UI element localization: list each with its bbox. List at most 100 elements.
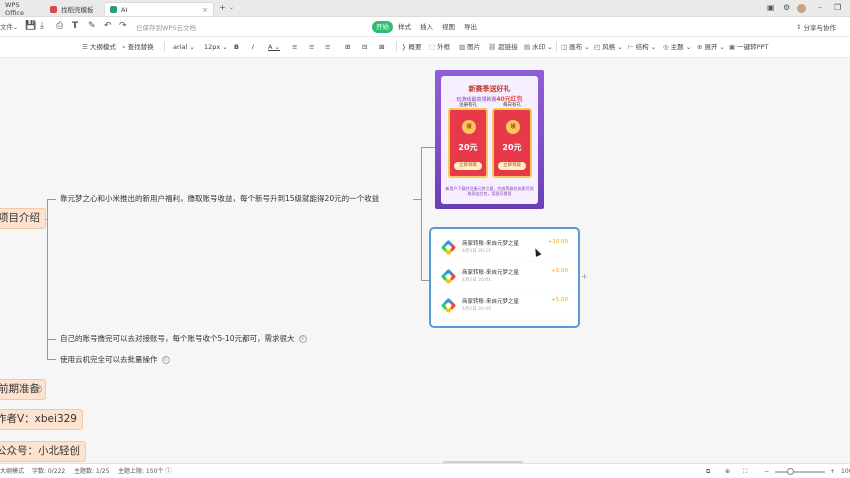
theme-icon: ◎ [663, 43, 669, 51]
tab-templates[interactable]: 找稻壳模板 [45, 2, 101, 16]
fit-screen-icon[interactable]: ⊕ [725, 467, 730, 476]
menu-view[interactable]: 视图 [438, 21, 459, 33]
connector [47, 199, 56, 200]
find-replace-button[interactable]: ⌕ 查找替换 [122, 42, 154, 53]
leaf-new-user-benefit[interactable]: 靠元梦之心和小米推出的新用户福利，撸取账号收益，每个新号升到15级就能得20元的… [60, 194, 379, 204]
list-item: 商家转账-来自元梦之星 4月3日 20:11 +10.00 [437, 233, 574, 261]
expand-icon: ⊕ [697, 43, 703, 51]
transfer-list-image[interactable]: 商家转账-来自元梦之星 4月3日 20:11 +10.00 商家转账-来自元梦之… [429, 227, 580, 328]
save-status: 已保存到WPS云文档 [136, 24, 196, 32]
fullscreen-icon[interactable]: ⛶ [743, 467, 747, 476]
insert-parent-icon[interactable]: ⊠ [379, 42, 384, 53]
style-button[interactable]: ◰ 风格 ⌄ [594, 42, 623, 53]
structure-button[interactable]: ⊢ 结构 ⌄ [628, 42, 656, 53]
minimize-icon[interactable]: – [818, 3, 822, 13]
leaf-account-trade[interactable]: 自己的账号撸完可以去对接账号，每个账号收个5-10元都可，需求很大 ② [60, 334, 307, 344]
outline-mode-toggle[interactable]: 大纲模式 [0, 467, 24, 476]
save-icon[interactable]: 💾 [25, 21, 36, 32]
child-count-badge[interactable]: ② [298, 335, 307, 343]
collapse-count-badge[interactable]: ① [34, 385, 42, 393]
format-painter-icon[interactable]: T [72, 21, 78, 32]
download-icon[interactable]: ⤓ [40, 21, 44, 32]
align-center-icon[interactable]: ≡ [309, 42, 314, 53]
font-color-label: A [268, 43, 273, 51]
zoom-slider[interactable] [775, 471, 825, 473]
border-label: 外框 [437, 43, 451, 51]
bold-button[interactable]: B [234, 42, 239, 53]
template-icon [50, 5, 57, 13]
eraser-icon[interactable]: ✎ [88, 21, 96, 32]
theme-label: 主题 [670, 43, 684, 51]
chevron-down-icon[interactable]: ⌄ [229, 3, 234, 13]
menu-start[interactable]: 开始 [372, 21, 393, 33]
close-icon[interactable]: × [202, 6, 208, 14]
topic-official-account[interactable]: 公众号：小北轻创 [0, 441, 86, 462]
redo-icon[interactable]: ↷ [119, 21, 127, 32]
italic-button[interactable]: I [252, 42, 254, 53]
hyperlink-button[interactable]: ⛓ 超链接 [488, 42, 518, 53]
outline-mode-button[interactable]: ☰ 大纲模式 [82, 42, 116, 53]
add-child-icon[interactable]: + [581, 272, 588, 281]
menu-style[interactable]: 样式 [394, 21, 415, 33]
share-button[interactable]: ⇪ 分享与协作 [796, 22, 836, 32]
child-count-badge[interactable]: ① [161, 356, 170, 364]
connector [421, 280, 429, 281]
align-left-icon[interactable]: ≡ [292, 42, 297, 53]
print-icon[interactable]: ⎙ [56, 21, 63, 32]
file-menu[interactable]: 文件 [0, 22, 13, 33]
connector [47, 339, 56, 340]
zoom-out-icon[interactable]: − [764, 467, 769, 476]
tab-ai-mindmap[interactable]: AI × [104, 2, 214, 16]
info-icon[interactable]: ⓘ [165, 468, 171, 475]
transfer-name: 商家转账-来自元梦之星 [462, 270, 519, 276]
promo-image[interactable]: 新赛季送好礼 玩游戏最高领新赛40元红包 注册有礼 领 20元 立即领取 每日有… [435, 70, 544, 209]
font-size-select[interactable]: 12px ⌄ [204, 42, 228, 53]
new-tab-icon[interactable]: + [219, 3, 226, 13]
format-toolbar: ☰ 大纲模式 ⌕ 查找替换 arial ⌄ 12px ⌄ B I A ⌄ ≡ ≡ ≡… [0, 37, 850, 58]
coupon-medal: 领 [462, 120, 476, 134]
mindmap-canvas[interactable]: 项目介绍 前期准备 ① 作者V：xbei329 公众号：小北轻创 靠元梦之心和小… [0, 58, 850, 463]
canvas-button[interactable]: ◫ 画布 ⌄ [561, 42, 590, 53]
coupon-card: 每日有礼 领 20元 立即领取 [492, 103, 532, 178]
leaf-cloud-batch[interactable]: 使用云机完全可以去批量操作 ① [60, 355, 170, 365]
theme-button[interactable]: ◎ 主题 ⌄ [663, 42, 691, 53]
menu-export[interactable]: 导出 [460, 21, 481, 33]
game-logo-icon [440, 239, 457, 256]
promo-footer: 新用户下载并注册元梦之星，完成等级任务即可领取现金红包，奖励可提现 [445, 186, 534, 196]
avatar[interactable] [797, 4, 806, 13]
topic-author-wechat[interactable]: 作者V：xbei329 [0, 409, 83, 430]
font-color-button[interactable]: A ⌄ [268, 42, 280, 53]
search-icon: ⌕ [122, 43, 126, 51]
watermark-button[interactable]: ▤ 水印 ⌄ [524, 42, 553, 53]
connector [421, 147, 435, 148]
coupon-claim-button: 立即领取 [454, 162, 482, 170]
zoom-in-icon[interactable]: + [830, 467, 835, 476]
undo-icon[interactable]: ↶ [104, 21, 112, 32]
settings-icon[interactable]: ⚙ [783, 3, 790, 13]
summary-button[interactable]: ❭ 概要 [401, 42, 421, 53]
expand-button[interactable]: ⊕ 展开 ⌄ [697, 42, 725, 53]
zoom-slider-handle[interactable] [787, 468, 794, 475]
connector [413, 199, 421, 200]
structure-icon: ⊢ [628, 43, 634, 51]
chevron-down-icon[interactable]: ⌄ [13, 22, 18, 33]
oneclick-ppt-button[interactable]: ▣ 一键转PPT [729, 42, 768, 53]
transfer-date: 4月3日 20:11 [462, 249, 492, 254]
restore-icon[interactable]: ❐ [834, 3, 841, 13]
layout-icon[interactable]: ▣ [767, 3, 775, 13]
menu-insert[interactable]: 插入 [416, 21, 437, 33]
watermark-label: 水印 [532, 43, 546, 51]
oneclick-ppt-label: 一键转PPT [737, 43, 769, 51]
font-family-select[interactable]: arial ⌄ [173, 42, 195, 53]
ai-tab-label: AI [121, 5, 128, 14]
align-right-icon[interactable]: ≡ [325, 42, 330, 53]
insert-sibling-icon[interactable]: ⊟ [362, 42, 367, 53]
tab-wps-office[interactable]: WPS Office [0, 1, 42, 17]
connector [47, 199, 48, 360]
image-button[interactable]: ▨ 图片 [459, 42, 480, 53]
border-button[interactable]: ⬚ 外框 [429, 42, 450, 53]
topic-project-intro[interactable]: 项目介绍 [0, 208, 46, 229]
topic-limit-label: 主题上限: 150个 [118, 468, 164, 475]
minimap-icon[interactable]: ⧉ [706, 467, 710, 476]
insert-child-icon[interactable]: ⊞ [345, 42, 350, 53]
